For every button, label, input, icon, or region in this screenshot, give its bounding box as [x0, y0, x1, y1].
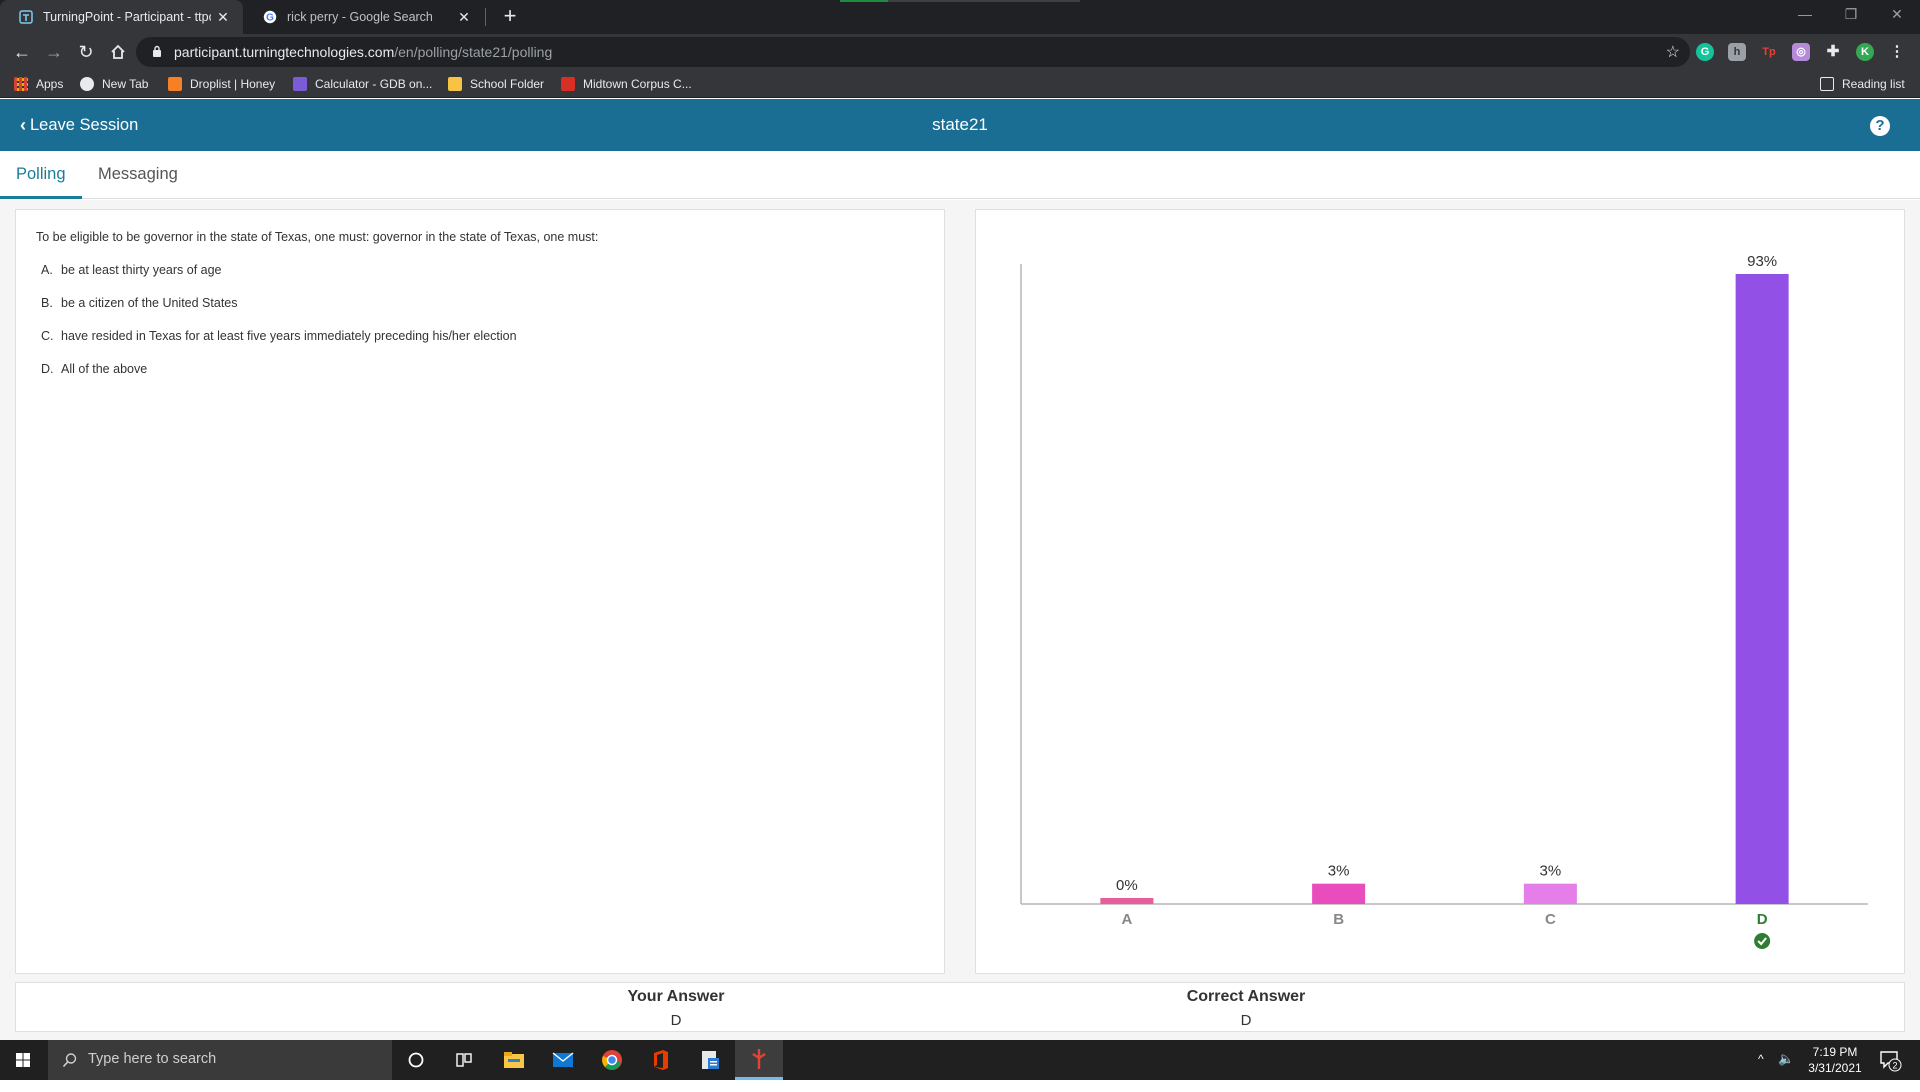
- system-clock[interactable]: 7:19 PM 3/31/2021: [1800, 1044, 1870, 1076]
- honey-extension-icon[interactable]: ◎: [1792, 43, 1810, 61]
- answer-option: B. be a citizen of the United States: [41, 296, 238, 310]
- bookmark-school-folder[interactable]: School Folder: [448, 75, 544, 93]
- restore-button[interactable]: ❐: [1828, 0, 1874, 30]
- polling-content: To be eligible to be governor in the sta…: [0, 200, 1920, 1040]
- notification-count: 2: [1892, 1061, 1897, 1071]
- taskbar-search-box[interactable]: Type here to search: [48, 1040, 392, 1080]
- correct-check-icon: [1754, 933, 1771, 949]
- bookmarks-bar: Apps New Tab Droplist | Honey Calculator…: [0, 70, 1920, 98]
- globe-icon: [80, 77, 94, 91]
- bookmark-new-tab[interactable]: New Tab: [80, 75, 148, 93]
- document-app-icon[interactable]: [686, 1040, 734, 1080]
- answer-list: A. be at least thirty years of age B. be a…: [41, 263, 517, 395]
- tab-close-icon[interactable]: ✕: [452, 9, 476, 26]
- bar-d: [1735, 274, 1789, 904]
- new-tab-button[interactable]: +: [498, 4, 522, 30]
- cortana-icon[interactable]: [392, 1040, 440, 1080]
- x-tick-c: C: [1545, 911, 1556, 928]
- bookmark-midtown-corpus[interactable]: Midtown Corpus C...: [561, 75, 692, 93]
- search-icon: [62, 1053, 77, 1068]
- tab-messaging[interactable]: Messaging: [82, 151, 194, 199]
- answer-option: D. All of the above: [41, 362, 148, 376]
- tab-polling[interactable]: Polling: [0, 151, 82, 199]
- tab-title: TurningPoint - Participant - ttpoll: [43, 10, 211, 24]
- browser-toolbar: ← → ↻ participant.turningtechnologies.co…: [0, 34, 1920, 70]
- folder-icon: [448, 77, 462, 91]
- results-chart-panel: 0% A 3% B 3% C 93% D: [975, 209, 1905, 974]
- office-icon[interactable]: [637, 1040, 685, 1080]
- notifications-icon[interactable]: 2: [1878, 1048, 1902, 1088]
- browser-tab-strip: TurningPoint - Participant - ttpoll ✕ G …: [0, 0, 1920, 34]
- forward-arrow-icon[interactable]: →: [42, 40, 66, 64]
- back-arrow-icon[interactable]: ←: [10, 40, 34, 64]
- mail-icon[interactable]: [539, 1040, 587, 1080]
- app-header: ‹ Leave Session state21 ?: [0, 99, 1920, 151]
- turningpoint-taskbar-icon[interactable]: [735, 1040, 783, 1080]
- turningpoint-extension-icon[interactable]: Tp: [1760, 43, 1778, 61]
- your-answer: Your Answer D: [526, 988, 826, 1029]
- home-icon[interactable]: [106, 40, 130, 64]
- session-title: state21: [932, 115, 988, 134]
- question-panel: To be eligible to be governor in the sta…: [15, 209, 945, 974]
- your-answer-value: D: [670, 1012, 682, 1029]
- file-explorer-icon[interactable]: [490, 1040, 538, 1080]
- reload-icon[interactable]: ↻: [74, 40, 98, 64]
- apps-grid-icon: [14, 77, 28, 91]
- data-label-a: 0%: [1116, 877, 1138, 894]
- grammarly-extension-icon[interactable]: G: [1696, 43, 1714, 61]
- bookmark-droplist-honey[interactable]: Droplist | Honey: [168, 75, 275, 93]
- bar-c: [1523, 883, 1577, 904]
- task-view-icon[interactable]: [440, 1040, 488, 1080]
- bookmark-star-icon[interactable]: ☆: [1666, 42, 1680, 62]
- reading-list-icon: [1820, 77, 1834, 91]
- x-tick-d: D: [1757, 911, 1768, 928]
- extensions-puzzle-icon[interactable]: ✚: [1824, 43, 1842, 61]
- page-loading-indicator: [840, 0, 1080, 2]
- windows-logo-icon: [16, 1053, 30, 1067]
- results-bar-chart: 0% A 3% B 3% C 93% D: [1020, 253, 1868, 949]
- bookmark-red-icon: [561, 77, 575, 91]
- url-text: participant.turningtechnologies.com/en/p…: [174, 44, 553, 60]
- lightning-icon: [293, 77, 307, 91]
- x-tick-a: A: [1121, 911, 1132, 928]
- bookmark-apps[interactable]: Apps: [14, 75, 63, 93]
- tab-title: rick perry - Google Search: [287, 10, 433, 24]
- bar-b: [1312, 883, 1366, 904]
- profile-avatar[interactable]: K: [1856, 43, 1874, 61]
- correct-answer-value: D: [1240, 1012, 1252, 1029]
- volume-icon[interactable]: 🔈: [1778, 1051, 1794, 1091]
- minimize-button[interactable]: —: [1782, 0, 1828, 30]
- address-bar[interactable]: participant.turningtechnologies.com/en/p…: [136, 37, 1690, 67]
- show-hidden-icons[interactable]: ^: [1758, 1052, 1764, 1092]
- reading-list-button[interactable]: Reading list: [1820, 75, 1905, 93]
- help-icon[interactable]: ?: [1870, 116, 1890, 136]
- data-label-b: 3%: [1328, 863, 1350, 880]
- session-tabs: Polling Messaging: [0, 151, 1920, 199]
- lock-icon: [152, 45, 162, 58]
- turningpoint-favicon-icon: [18, 9, 34, 25]
- honey-icon: [168, 77, 182, 91]
- answer-option: C. have resided in Texas for at least fiv…: [41, 329, 517, 343]
- windows-start-button[interactable]: [0, 1040, 46, 1080]
- data-label-c: 3%: [1540, 863, 1562, 880]
- x-tick-b: B: [1333, 911, 1344, 928]
- data-label-d: 93%: [1747, 253, 1777, 270]
- windows-taskbar: Type here to search ^ 🔈 7:19 PM 3/31/202…: [0, 1040, 1920, 1080]
- tab-close-icon[interactable]: ✕: [211, 9, 235, 26]
- tab-turningpoint[interactable]: TurningPoint - Participant - ttpoll ✕: [0, 0, 243, 34]
- question-text: To be eligible to be governor in the sta…: [36, 230, 599, 244]
- answer-summary: Your Answer D Correct Answer D: [15, 982, 1905, 1032]
- google-favicon-icon: G: [262, 9, 278, 25]
- answer-option: A. be at least thirty years of age: [41, 263, 222, 277]
- bookmark-calculator[interactable]: Calculator - GDB on...: [293, 75, 432, 93]
- tab-separator: [485, 8, 486, 26]
- chrome-menu-icon[interactable]: ⋮: [1888, 43, 1906, 61]
- svg-text:G: G: [266, 13, 274, 24]
- correct-answer: Correct Answer D: [1096, 988, 1396, 1029]
- extension-icon[interactable]: h: [1728, 43, 1746, 61]
- close-window-button[interactable]: ✕: [1874, 0, 1920, 30]
- bar-a: [1100, 898, 1154, 904]
- chrome-taskbar-icon[interactable]: [588, 1040, 636, 1080]
- tab-google-search[interactable]: G rick perry - Google Search ✕: [244, 0, 484, 34]
